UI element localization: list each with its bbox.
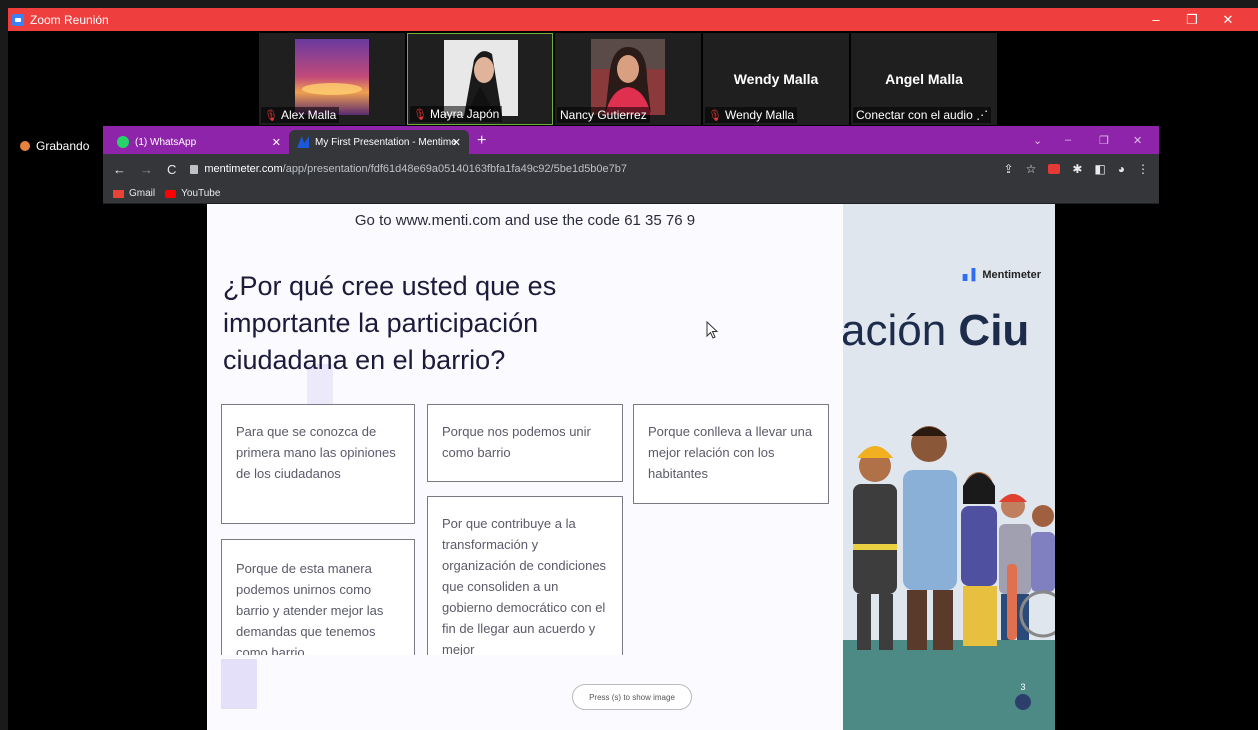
participant-name-bar: 🎙︎ Mayra Japón [410, 106, 503, 122]
sidepanel-icon[interactable]: ◧ [1094, 162, 1105, 176]
gmail-icon [113, 189, 124, 198]
extension-icon[interactable] [1048, 164, 1061, 174]
toolbar-icons: ⇪ ☆ ✱ ◧ ◕ ⋮ [1004, 162, 1149, 176]
recording-indicator[interactable]: Grabando [20, 139, 89, 153]
zoom-titlebar: Zoom Reunión – ❐ ✕ [8, 8, 1258, 31]
response-card: Porque conlleva a llevar una mejor relac… [633, 404, 829, 504]
tab-search-icon[interactable]: ⌄ [1033, 126, 1042, 154]
browser-close-button[interactable]: ✕ [1133, 126, 1142, 154]
participant-name-bar: Nancy Gutierrez [557, 107, 650, 123]
zoom-meeting-area: 🎙︎ Alex Malla 🎙︎ Mayra Japón Nancy Gutie… [8, 31, 1258, 730]
participant-name-bar: Conectar con el audio ⋰ [853, 107, 992, 123]
browser-restore-button[interactable]: ❐ [1099, 126, 1109, 154]
participant-tile[interactable]: 🎙︎ Mayra Japón [407, 33, 553, 125]
show-image-hint[interactable]: Press (s) to show image [572, 684, 692, 710]
close-tab-icon[interactable]: ✕ [452, 136, 461, 149]
response-card: Porque nos podemos unir como barrio [427, 404, 623, 482]
participant-strip: 🎙︎ Alex Malla 🎙︎ Mayra Japón Nancy Gutie… [259, 33, 999, 125]
record-icon [20, 141, 30, 151]
zoom-icon [12, 13, 24, 26]
slide: Go to www.menti.com and use the code 61 … [207, 204, 843, 730]
mentimeter-icon [297, 136, 309, 148]
zoom-window-title: Zoom Reunión [30, 12, 109, 27]
bookmark-gmail[interactable]: Gmail [113, 188, 155, 199]
response-card: Porque de esta manera podemos unirnos co… [221, 539, 415, 655]
new-tab-button[interactable]: + [477, 132, 486, 150]
participant-count-badge[interactable]: 3 [1015, 682, 1031, 710]
bookmarks-bar: Gmail YouTube [103, 184, 1159, 204]
join-code-text: Go to www.menti.com and use the code 61 … [354, 212, 696, 229]
decoration [221, 659, 257, 709]
close-tab-icon[interactable]: ✕ [272, 136, 281, 149]
person-icon [1015, 694, 1031, 710]
muted-mic-icon: 🎙︎ [413, 108, 427, 121]
response-card: Para que se conozca de primera mano las … [221, 404, 415, 524]
url-field[interactable]: mentimeter.com/app/presentation/fdf61d48… [190, 163, 989, 175]
minimize-button[interactable]: – [1138, 8, 1174, 31]
lock-icon [190, 164, 199, 174]
response-card: Por que contribuye a la transformación y… [427, 496, 623, 655]
address-bar: ← → C mentimeter.com/app/presentation/fd… [103, 154, 1159, 184]
side-heading: ación Ciu [843, 306, 1030, 355]
tab-whatsapp[interactable]: (1) WhatsApp ✕ [109, 130, 289, 154]
reload-icon[interactable]: C [167, 162, 176, 177]
youtube-icon [165, 189, 177, 198]
participant-tile[interactable]: Nancy Gutierrez [555, 33, 701, 125]
star-icon[interactable]: ☆ [1026, 162, 1037, 176]
browser-minimize-button[interactable]: – [1065, 126, 1071, 154]
menu-icon[interactable]: ⋮ [1137, 162, 1149, 176]
share-icon[interactable]: ⇪ [1004, 162, 1014, 176]
restore-button[interactable]: ❐ [1174, 8, 1210, 31]
mouse-cursor-icon [706, 321, 718, 339]
sunset-image [295, 39, 369, 115]
shared-browser-window: (1) WhatsApp ✕ My First Presentation - M… [103, 126, 1159, 730]
whatsapp-icon [117, 136, 129, 148]
participant-tile[interactable]: Angel Malla Conectar con el audio ⋰ [851, 33, 997, 125]
slide-side-panel: ▖▌ Mentimeter ación Ciu 3 [843, 204, 1055, 730]
back-icon[interactable]: ← [113, 162, 126, 177]
slide-question: ¿Por qué cree usted que es importante la… [223, 271, 557, 375]
puzzle-icon[interactable]: ✱ [1072, 162, 1082, 176]
tab-bar: (1) WhatsApp ✕ My First Presentation - M… [103, 126, 1159, 154]
tab-mentimeter[interactable]: My First Presentation - Mentime ✕ [289, 130, 469, 154]
muted-mic-icon: 🎙︎ [708, 109, 722, 122]
participant-name-bar: 🎙︎ Alex Malla [261, 107, 340, 123]
participant-display-name: Angel Malla [885, 71, 963, 87]
mentimeter-logo: ▖▌ Mentimeter [962, 269, 1041, 281]
participant-tile[interactable]: 🎙︎ Alex Malla [259, 33, 405, 125]
presentation-view: Go to www.menti.com and use the code 61 … [103, 204, 1159, 730]
close-button[interactable]: ✕ [1210, 8, 1246, 31]
bookmark-youtube[interactable]: YouTube [165, 188, 220, 199]
participant-video [444, 40, 518, 116]
participant-video [591, 39, 665, 115]
profile-icon[interactable]: ◕ [1118, 162, 1125, 176]
participant-display-name: Wendy Malla [733, 71, 819, 87]
forward-icon[interactable]: → [140, 162, 153, 177]
muted-mic-icon: 🎙︎ [264, 109, 278, 122]
participant-name-bar: 🎙︎ Wendy Malla [705, 107, 798, 123]
participant-tile[interactable]: Wendy Malla 🎙︎ Wendy Malla [703, 33, 849, 125]
